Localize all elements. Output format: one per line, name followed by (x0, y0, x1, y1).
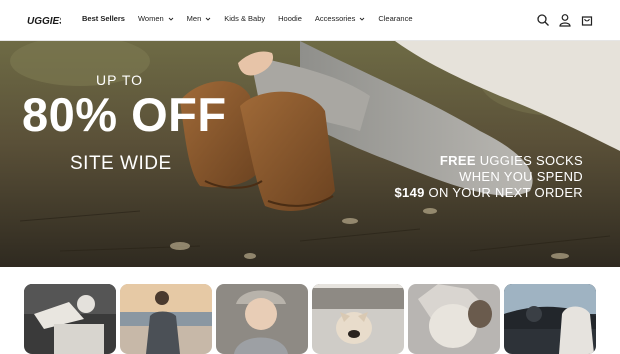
nav-label: Clearance (378, 14, 413, 23)
tile-image (120, 284, 212, 354)
nav-label: Men (186, 14, 202, 23)
chevron-down-icon (360, 17, 365, 21)
promo-amount: $149 (394, 185, 425, 200)
promo-line-1: FREE UGGIES SOCKS (395, 153, 583, 169)
tile-car-lounge[interactable] (24, 284, 116, 354)
nav-label: Women (137, 14, 164, 23)
nav-clearance[interactable]: Clearance (378, 14, 412, 23)
hero-up-to: UP TO (96, 72, 144, 88)
hero-discount: 80% OFF (22, 88, 227, 141)
category-tiles (24, 284, 600, 354)
main-nav: Best Sellers Women Men Kids & Baby Hoodi… (82, 14, 426, 23)
promo-line-3: $149 ON YOUR NEXT ORDER (395, 185, 583, 201)
svg-text:UGGIES: UGGIES (27, 16, 61, 27)
promo-line-2: WHEN YOU SPEND (459, 169, 583, 184)
tile-image (216, 284, 308, 354)
account-icon[interactable] (558, 13, 572, 27)
tile-beach-man[interactable] (120, 284, 212, 354)
tile-dog[interactable] (312, 284, 404, 354)
nav-men[interactable]: Men (187, 14, 212, 23)
nav-accessories[interactable]: Accessories (315, 14, 365, 23)
nav-women[interactable]: Women (138, 14, 174, 23)
tile-image (312, 284, 404, 354)
nav-label: Best Sellers (82, 14, 125, 23)
site-header: UGGIES Best Sellers Women Men Kids & Bab… (0, 0, 620, 41)
search-icon[interactable] (536, 13, 550, 27)
nav-kids-baby[interactable]: Kids & Baby (224, 14, 265, 23)
nav-label: Accessories (314, 14, 356, 23)
hero-promo: FREE UGGIES SOCKS WHEN YOU SPEND $149 ON… (395, 153, 583, 201)
cart-icon[interactable] (580, 13, 594, 27)
hero-banner[interactable]: UP TO 80% OFF SITE WIDE FREE UGGIES SOCK… (0, 41, 620, 267)
nav-label: Hoodie (278, 14, 302, 23)
nav-best-sellers[interactable]: Best Sellers (82, 14, 125, 23)
chevron-down-icon (205, 17, 211, 21)
hero-site-wide: SITE WIDE (70, 153, 172, 174)
promo-order: ON YOUR NEXT ORDER (424, 185, 583, 200)
header-icons (528, 13, 594, 27)
tile-hat[interactable] (408, 284, 500, 354)
tile-baby[interactable] (216, 284, 308, 354)
chevron-down-icon (168, 17, 173, 21)
promo-free: FREE (439, 153, 476, 168)
tile-image (408, 284, 500, 354)
nav-label: Kids & Baby (224, 14, 266, 23)
tile-driver[interactable] (504, 284, 596, 354)
nav-hoodie[interactable]: Hoodie (278, 14, 302, 23)
tile-image (504, 284, 596, 354)
promo-socks: UGGIES SOCKS (475, 153, 583, 168)
uggies-logo[interactable]: UGGIES (27, 13, 61, 27)
tile-image (24, 284, 116, 354)
